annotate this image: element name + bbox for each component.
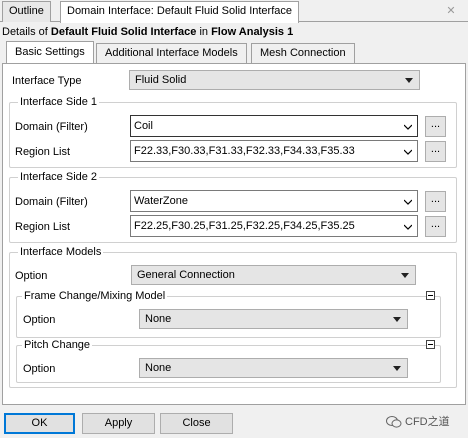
models-option-select[interactable]: General Connection [131, 265, 416, 285]
document-tab-strip: Outline Domain Interface: Default Fluid … [0, 0, 468, 23]
interface-models-title: Interface Models [18, 246, 104, 259]
pitch-change-title: Pitch Change [22, 339, 93, 352]
interface-side-2-title: Interface Side 2 [18, 171, 100, 184]
chevron-down-icon [404, 199, 412, 205]
wechat-icon [386, 416, 402, 428]
side2-domain-label: Domain (Filter) [15, 196, 88, 208]
frame-change-option-value: None [145, 313, 172, 325]
dropdown-arrow-icon [393, 317, 401, 322]
side1-region-browse-button[interactable]: ... [425, 141, 446, 162]
side1-domain-browse-button[interactable]: ... [425, 116, 446, 137]
frame-change-collapse-icon[interactable] [426, 291, 435, 300]
dropdown-arrow-icon [393, 366, 401, 371]
watermark: CFD之道 [386, 412, 450, 432]
watermark-text: CFD之道 [405, 416, 450, 428]
side2-domain-browse-button[interactable]: ... [425, 191, 446, 212]
models-option-value: General Connection [137, 269, 235, 281]
side1-region-value: F22.33,F30.33,F31.33,F32.33,F34.33,F35.3… [134, 145, 355, 157]
tab-basic-settings[interactable]: Basic Settings [6, 41, 94, 64]
ok-button[interactable]: OK [4, 413, 75, 434]
tab-additional-interface-models[interactable]: Additional Interface Models [96, 43, 247, 63]
side1-region-input[interactable]: F22.33,F30.33,F31.33,F32.33,F34.33,F35.3… [130, 140, 418, 162]
side2-region-input[interactable]: F22.25,F30.25,F31.25,F32.25,F34.25,F35.2… [130, 215, 418, 237]
side2-domain-input[interactable]: WaterZone [130, 190, 418, 212]
side2-region-label: Region List [15, 221, 71, 233]
details-container: Flow Analysis 1 [211, 26, 294, 38]
close-icon[interactable]: ✕ [444, 4, 458, 18]
dropdown-arrow-icon [405, 78, 413, 83]
chevron-down-icon [404, 124, 412, 130]
tab-mesh-connection[interactable]: Mesh Connection [251, 43, 355, 63]
frame-change-option-select[interactable]: None [139, 309, 408, 329]
details-object: Default Fluid Solid Interface [50, 26, 197, 38]
side1-domain-value: Coil [134, 120, 153, 132]
frame-change-option-label: Option [23, 314, 56, 326]
pitch-change-option-select[interactable]: None [139, 358, 408, 378]
pitch-change-option-value: None [145, 362, 172, 374]
interface-type-select[interactable]: Fluid Solid [129, 70, 420, 90]
side1-domain-label: Domain (Filter) [15, 121, 88, 133]
interface-type-label: Interface Type [12, 75, 82, 87]
close-button[interactable]: Close [160, 413, 233, 434]
details-title: Details of Default Fluid Solid Interface… [2, 24, 466, 40]
interface-side-1-title: Interface Side 1 [18, 96, 100, 109]
side1-domain-input[interactable]: Coil [130, 115, 418, 137]
side1-region-label: Region List [15, 146, 71, 158]
details-middle: in [196, 26, 212, 38]
side2-domain-value: WaterZone [134, 195, 189, 207]
pitch-change-option-label: Option [23, 363, 56, 375]
tab-domain-interface[interactable]: Domain Interface: Default Fluid Solid In… [60, 1, 300, 23]
frame-change-title: Frame Change/Mixing Model [22, 290, 168, 303]
side2-region-browse-button[interactable]: ... [425, 216, 446, 237]
apply-button[interactable]: Apply [82, 413, 155, 434]
side2-region-value: F22.25,F30.25,F31.25,F32.25,F34.25,F35.2… [134, 220, 355, 232]
dropdown-arrow-icon [401, 273, 409, 278]
interface-type-value: Fluid Solid [135, 74, 187, 86]
tab-outline[interactable]: Outline [2, 1, 51, 22]
pitch-change-collapse-icon[interactable] [426, 340, 435, 349]
models-option-label: Option [15, 270, 48, 282]
chevron-down-icon [404, 224, 412, 230]
chevron-down-icon [404, 149, 412, 155]
details-prefix: Details of [2, 26, 51, 38]
